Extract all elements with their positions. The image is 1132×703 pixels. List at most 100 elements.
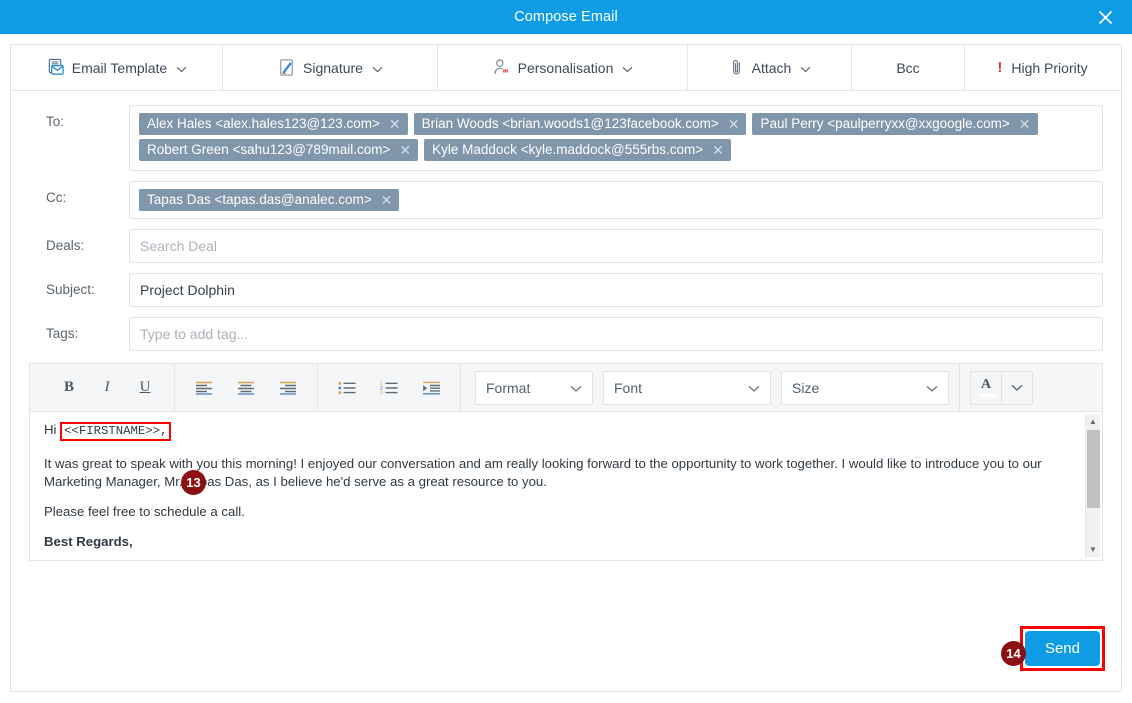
recipient-chip-label: Alex Hales <alex.hales123@123.com> <box>147 116 380 131</box>
high-priority-label: High Priority <box>1011 59 1088 76</box>
subject-input[interactable]: Project Dolphin <box>129 273 1103 307</box>
email-greeting: Hi <<FIRSTNAME>>, <box>44 421 1072 442</box>
recipient-chip[interactable]: Kyle Maddock <kyle.maddock@555rbs.com> ✕ <box>424 139 731 161</box>
compose-footer: Send <box>1019 626 1105 671</box>
editor-group-text-style: B I U <box>30 364 175 411</box>
indent-icon[interactable] <box>416 373 446 403</box>
compose-email-window: Compose Email Email Template Signature P… <box>0 0 1132 703</box>
recipient-chip-label: Paul Perry <paulperryxx@xxgoogle.com> <box>760 116 1010 131</box>
size-select-value: Size <box>792 379 820 396</box>
compose-actionbar: Email Template Signature Personalisation… <box>11 45 1121 91</box>
bold-button[interactable]: B <box>54 373 84 403</box>
send-button[interactable]: Send <box>1024 631 1100 666</box>
tags-input[interactable]: Type to add tag... <box>129 317 1103 351</box>
numbered-list-icon[interactable]: 1 2 3 <box>374 373 404 403</box>
recipient-chip-label: Kyle Maddock <kyle.maddock@555rbs.com> <box>432 142 704 157</box>
signature-pen-icon <box>277 58 296 77</box>
recipient-chip-label: Brian Woods <brian.woods1@123facebook.co… <box>421 116 719 131</box>
scrollbar-thumb[interactable] <box>1087 430 1100 508</box>
paperclip-icon <box>728 58 745 77</box>
bcc-button[interactable]: Bcc <box>852 45 965 90</box>
exclamation-icon: ! <box>997 59 1003 76</box>
scroll-up-arrow-icon[interactable]: ▲ <box>1089 415 1097 429</box>
recipient-chip-label: Tapas Das <tapas.das@analec.com> <box>147 192 372 207</box>
text-color-control: A <box>970 370 1033 405</box>
bullet-list-icon[interactable] <box>332 373 362 403</box>
email-signoff: Best Regards, <box>44 533 133 549</box>
svg-text:3: 3 <box>380 390 383 394</box>
remove-chip-icon[interactable]: ✕ <box>712 143 724 157</box>
rich-text-editor: B I U 1 2 3 Format Font Size A Hi <<FIRS… <box>29 363 1103 561</box>
email-template-label: Email Template <box>71 59 168 76</box>
subject-value: Project Dolphin <box>140 282 235 298</box>
text-color-swatch <box>977 394 995 397</box>
bcc-label: Bcc <box>896 59 920 76</box>
font-select-value: Font <box>614 379 643 396</box>
chevron-down-icon <box>926 380 938 396</box>
scroll-down-arrow-icon[interactable]: ▼ <box>1089 543 1097 557</box>
annotation-badge-14: 14 <box>1001 641 1026 666</box>
font-select[interactable]: Font <box>603 370 771 405</box>
field-row-deals: Deals: Search Deal <box>29 229 1103 263</box>
cc-input[interactable]: Tapas Das <tapas.das@analec.com> ✕ <box>129 181 1103 219</box>
recipient-chip[interactable]: Tapas Das <tapas.das@analec.com> ✕ <box>139 189 400 211</box>
cc-label: Cc: <box>46 190 67 205</box>
chevron-down-icon <box>800 60 811 76</box>
field-row-to: To: Alex Hales <alex.hales123@123.com> ✕… <box>29 105 1103 171</box>
window-titlebar: Compose Email <box>0 0 1132 34</box>
email-template-button[interactable]: Email Template <box>11 45 223 90</box>
editor-group-lists: 1 2 3 <box>318 364 461 411</box>
greeting-prefix: Hi <box>44 422 61 437</box>
chevron-down-icon <box>570 380 582 396</box>
compose-card: Email Template Signature Personalisation… <box>10 44 1122 692</box>
compose-fields: To: Alex Hales <alex.hales123@123.com> ✕… <box>11 91 1121 351</box>
format-select-value: Format <box>486 379 531 396</box>
recipient-chip[interactable]: Robert Green <sahu123@789mail.com> ✕ <box>139 139 419 161</box>
annotation-badge-13: 13 <box>181 470 206 495</box>
recipient-chip-label: Robert Green <sahu123@789mail.com> <box>147 142 391 157</box>
signature-button[interactable]: Signature <box>223 45 438 90</box>
tags-placeholder: Type to add tag... <box>140 326 249 342</box>
recipient-chip[interactable]: Alex Hales <alex.hales123@123.com> ✕ <box>139 113 408 135</box>
remove-chip-icon[interactable]: ✕ <box>1019 117 1031 131</box>
editor-toolbar: B I U 1 2 3 Format Font Size A <box>30 364 1102 412</box>
underline-button[interactable]: U <box>130 373 160 403</box>
high-priority-button[interactable]: ! High Priority <box>965 45 1120 90</box>
editor-group-text-color: A <box>960 364 1043 411</box>
field-row-cc: Cc: Tapas Das <tapas.das@analec.com> ✕ <box>29 181 1103 219</box>
recipient-chip[interactable]: Paul Perry <paulperryxx@xxgoogle.com> ✕ <box>752 113 1038 135</box>
chevron-down-icon <box>622 60 633 76</box>
to-input[interactable]: Alex Hales <alex.hales123@123.com> ✕ Bri… <box>129 105 1103 171</box>
remove-chip-icon[interactable]: ✕ <box>399 143 411 157</box>
format-select[interactable]: Format <box>475 370 593 405</box>
deals-placeholder: Search Deal <box>140 238 218 254</box>
chevron-down-icon <box>176 60 187 76</box>
recipient-chip[interactable]: Brian Woods <brian.woods1@123facebook.co… <box>413 113 747 135</box>
size-select[interactable]: Size <box>781 370 949 405</box>
body-scrollbar[interactable]: ▲ ▼ <box>1085 415 1100 557</box>
align-center-icon[interactable] <box>231 373 261 403</box>
personalisation-button[interactable]: Personalisation <box>438 45 688 90</box>
editor-group-alignment <box>175 364 318 411</box>
text-color-dropdown-toggle[interactable] <box>1002 372 1032 404</box>
close-icon[interactable] <box>1088 0 1122 34</box>
deals-label: Deals: <box>46 238 85 253</box>
tags-label: Tags: <box>46 326 79 341</box>
remove-chip-icon[interactable]: ✕ <box>381 193 393 207</box>
align-left-icon[interactable] <box>189 373 219 403</box>
signature-label: Signature <box>303 59 363 76</box>
align-right-icon[interactable] <box>273 373 303 403</box>
remove-chip-icon[interactable]: ✕ <box>728 117 740 131</box>
field-row-subject: Subject: Project Dolphin <box>29 273 1103 307</box>
attach-button[interactable]: Attach <box>688 45 852 90</box>
window-title: Compose Email <box>514 9 618 25</box>
firstname-placeholder-token: <<FIRSTNAME>>, <box>60 422 172 442</box>
subject-label: Subject: <box>46 282 95 297</box>
italic-button[interactable]: I <box>92 373 122 403</box>
chevron-down-icon <box>372 60 383 76</box>
text-color-button[interactable]: A <box>971 371 1002 404</box>
personalisation-label: Personalisation <box>517 59 614 76</box>
deals-input[interactable]: Search Deal <box>129 229 1103 263</box>
attach-label: Attach <box>751 59 792 76</box>
remove-chip-icon[interactable]: ✕ <box>389 117 401 131</box>
